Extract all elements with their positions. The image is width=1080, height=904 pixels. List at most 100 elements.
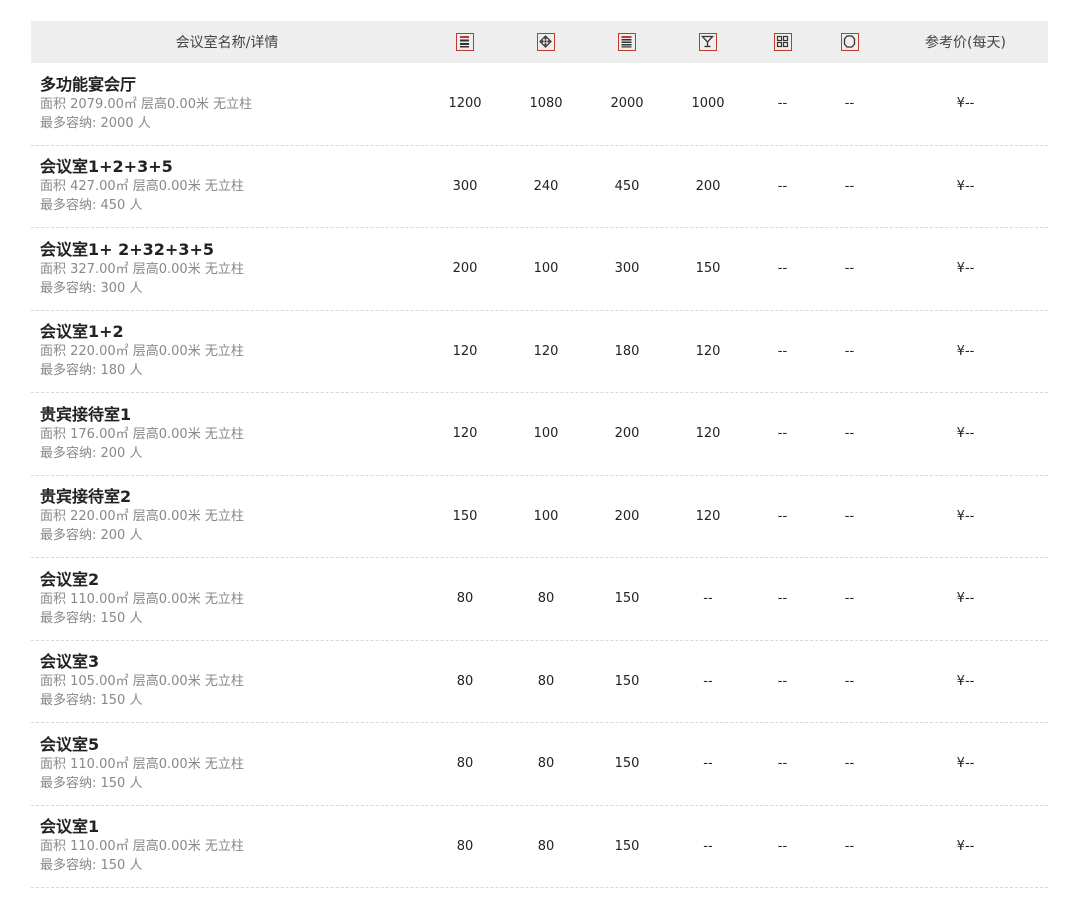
theater-capacity: 300 bbox=[452, 178, 478, 194]
boardroom-capacity: -- bbox=[844, 838, 855, 854]
cocktail-capacity: -- bbox=[703, 838, 713, 854]
cocktail-capacity: 120 bbox=[695, 426, 721, 442]
room-name[interactable]: 会议室1 bbox=[40, 817, 423, 837]
island-capacity: -- bbox=[777, 178, 788, 194]
room-info: 会议室1+ 2+32+3+5 面积 327.00㎡ 层高0.00米 无立柱 最多容纳… bbox=[31, 240, 423, 298]
room-info: 贵宾接待室1 面积 176.00㎡ 层高0.00米 无立柱 最多容纳: 200 人 bbox=[31, 405, 423, 463]
banquet-capacity: 100 bbox=[533, 261, 559, 277]
theater-capacity: 80 bbox=[456, 591, 474, 607]
table-row[interactable]: 会议室1+2+3+5 面积 427.00㎡ 层高0.00米 无立柱 最多容纳: 45… bbox=[31, 146, 1048, 228]
banquet-capacity: 80 bbox=[537, 756, 555, 772]
theater-capacity: 80 bbox=[456, 673, 474, 689]
room-price: ¥-- bbox=[956, 838, 975, 854]
island-capacity: -- bbox=[777, 591, 788, 607]
table-row[interactable]: 会议室5 面积 110.00㎡ 层高0.00米 无立柱 最多容纳: 150 人 80 8… bbox=[31, 723, 1048, 806]
table-row[interactable]: 贵宾接待室1 面积 176.00㎡ 层高0.00米 无立柱 最多容纳: 200 人 1… bbox=[31, 393, 1048, 476]
classroom-capacity: 150 bbox=[614, 838, 640, 854]
room-capacity: 最多容纳: 2000 人 bbox=[40, 115, 151, 131]
room-name[interactable]: 会议室5 bbox=[40, 735, 423, 755]
header-classroom-col bbox=[587, 33, 667, 51]
room-price: ¥-- bbox=[956, 591, 975, 607]
classroom-capacity: 180 bbox=[614, 343, 640, 359]
table-row[interactable]: 会议室2 面积 110.00㎡ 层高0.00米 无立柱 最多容纳: 150 人 80 8… bbox=[31, 558, 1048, 641]
room-detail: 面积 327.00㎡ 层高0.00米 无立柱 bbox=[40, 261, 244, 277]
classroom-capacity: 150 bbox=[614, 673, 640, 689]
boardroom-capacity: -- bbox=[844, 178, 855, 194]
boardroom-capacity: -- bbox=[844, 508, 855, 524]
room-name[interactable]: 多功能宴会厅 bbox=[40, 75, 423, 95]
cocktail-capacity: 120 bbox=[695, 343, 721, 359]
theater-capacity: 1200 bbox=[448, 96, 482, 112]
classroom-capacity: 150 bbox=[614, 591, 640, 607]
room-price: ¥-- bbox=[956, 673, 975, 689]
classroom-layout-icon bbox=[618, 33, 636, 51]
room-capacity: 最多容纳: 180 人 bbox=[40, 363, 143, 379]
island-capacity: -- bbox=[777, 673, 788, 689]
room-name[interactable]: 会议室2 bbox=[40, 570, 423, 590]
theater-capacity: 80 bbox=[456, 756, 474, 772]
room-capacity: 最多容纳: 200 人 bbox=[40, 445, 143, 461]
header-theater-col bbox=[425, 33, 505, 51]
room-price: ¥-- bbox=[956, 261, 975, 277]
banquet-capacity: 120 bbox=[533, 343, 559, 359]
classroom-capacity: 200 bbox=[614, 426, 640, 442]
theater-capacity: 80 bbox=[456, 838, 474, 854]
room-price: ¥-- bbox=[956, 96, 975, 112]
room-name[interactable]: 贵宾接待室2 bbox=[40, 487, 423, 507]
island-capacity: -- bbox=[777, 96, 788, 112]
cocktail-capacity: -- bbox=[703, 591, 713, 607]
boardroom-capacity: -- bbox=[844, 756, 855, 772]
banquet-capacity: 1080 bbox=[529, 96, 563, 112]
room-detail: 面积 427.00㎡ 层高0.00米 无立柱 bbox=[40, 179, 244, 195]
table-row[interactable]: 会议室1+2 面积 220.00㎡ 层高0.00米 无立柱 最多容纳: 180 人 1… bbox=[31, 311, 1048, 393]
banquet-capacity: 100 bbox=[533, 508, 559, 524]
header-cocktail-col bbox=[668, 33, 748, 51]
room-detail: 面积 220.00㎡ 层高0.00米 无立柱 bbox=[40, 509, 244, 525]
room-detail: 面积 220.00㎡ 层高0.00米 无立柱 bbox=[40, 344, 244, 360]
classroom-capacity: 450 bbox=[614, 178, 640, 194]
room-name[interactable]: 会议室1+ 2+32+3+5 bbox=[40, 240, 423, 260]
room-info: 会议室1+2+3+5 面积 427.00㎡ 层高0.00米 无立柱 最多容纳: 45… bbox=[31, 157, 423, 215]
cocktail-layout-icon bbox=[699, 33, 717, 51]
room-detail: 面积 105.00㎡ 层高0.00米 无立柱 bbox=[40, 674, 244, 690]
cocktail-capacity: 200 bbox=[695, 178, 721, 194]
banquet-capacity: 240 bbox=[533, 178, 559, 194]
table-row[interactable]: 会议室3 面积 105.00㎡ 层高0.00米 无立柱 最多容纳: 150 人 80 8… bbox=[31, 641, 1048, 723]
header-name-col: 会议室名称/详情 bbox=[175, 35, 279, 51]
theater-capacity: 120 bbox=[452, 426, 478, 442]
room-capacity: 最多容纳: 200 人 bbox=[40, 528, 143, 544]
table-row[interactable]: 多功能宴会厅 面积 2079.00㎡ 层高0.00米 无立柱 最多容纳: 2000 … bbox=[31, 63, 1048, 146]
room-price: ¥-- bbox=[956, 343, 975, 359]
cocktail-capacity: 120 bbox=[695, 508, 721, 524]
boardroom-capacity: -- bbox=[844, 343, 855, 359]
room-capacity: 最多容纳: 150 人 bbox=[40, 693, 143, 709]
room-info: 多功能宴会厅 面积 2079.00㎡ 层高0.00米 无立柱 最多容纳: 2000 … bbox=[31, 75, 423, 133]
table-header: 会议室名称/详情 参考价(每天) bbox=[31, 21, 1048, 63]
table-row[interactable]: 会议室1+ 2+32+3+5 面积 327.00㎡ 层高0.00米 无立柱 最多容纳… bbox=[31, 228, 1048, 311]
header-price-col: 参考价(每天) bbox=[925, 35, 1006, 51]
room-capacity: 最多容纳: 150 人 bbox=[40, 775, 143, 791]
classroom-capacity: 200 bbox=[614, 508, 640, 524]
banquet-layout-icon bbox=[537, 33, 555, 51]
cocktail-capacity: 150 bbox=[695, 261, 721, 277]
room-info: 会议室3 面积 105.00㎡ 层高0.00米 无立柱 最多容纳: 150 人 bbox=[31, 652, 423, 710]
room-detail: 面积 110.00㎡ 层高0.00米 无立柱 bbox=[40, 839, 244, 855]
room-capacity: 最多容纳: 450 人 bbox=[40, 198, 143, 214]
room-name[interactable]: 会议室3 bbox=[40, 652, 423, 672]
room-name[interactable]: 贵宾接待室1 bbox=[40, 405, 423, 425]
classroom-capacity: 300 bbox=[614, 261, 640, 277]
room-price: ¥-- bbox=[956, 426, 975, 442]
room-info: 会议室1+2 面积 220.00㎡ 层高0.00米 无立柱 最多容纳: 180 人 bbox=[31, 322, 423, 380]
table-body: 多功能宴会厅 面积 2079.00㎡ 层高0.00米 无立柱 最多容纳: 2000 … bbox=[31, 63, 1048, 888]
table-row[interactable]: 会议室1 面积 110.00㎡ 层高0.00米 无立柱 最多容纳: 150 人 80 8… bbox=[31, 806, 1048, 888]
room-price: ¥-- bbox=[956, 178, 975, 194]
room-detail: 面积 2079.00㎡ 层高0.00米 无立柱 bbox=[40, 96, 253, 112]
boardroom-capacity: -- bbox=[844, 261, 855, 277]
theater-layout-icon bbox=[456, 33, 474, 51]
room-name[interactable]: 会议室1+2 bbox=[40, 322, 423, 342]
room-name[interactable]: 会议室1+2+3+5 bbox=[40, 157, 423, 177]
table-row[interactable]: 贵宾接待室2 面积 220.00㎡ 层高0.00米 无立柱 最多容纳: 200 人 1… bbox=[31, 476, 1048, 558]
header-island-col bbox=[749, 33, 816, 51]
island-capacity: -- bbox=[777, 343, 788, 359]
cocktail-capacity: -- bbox=[703, 756, 713, 772]
